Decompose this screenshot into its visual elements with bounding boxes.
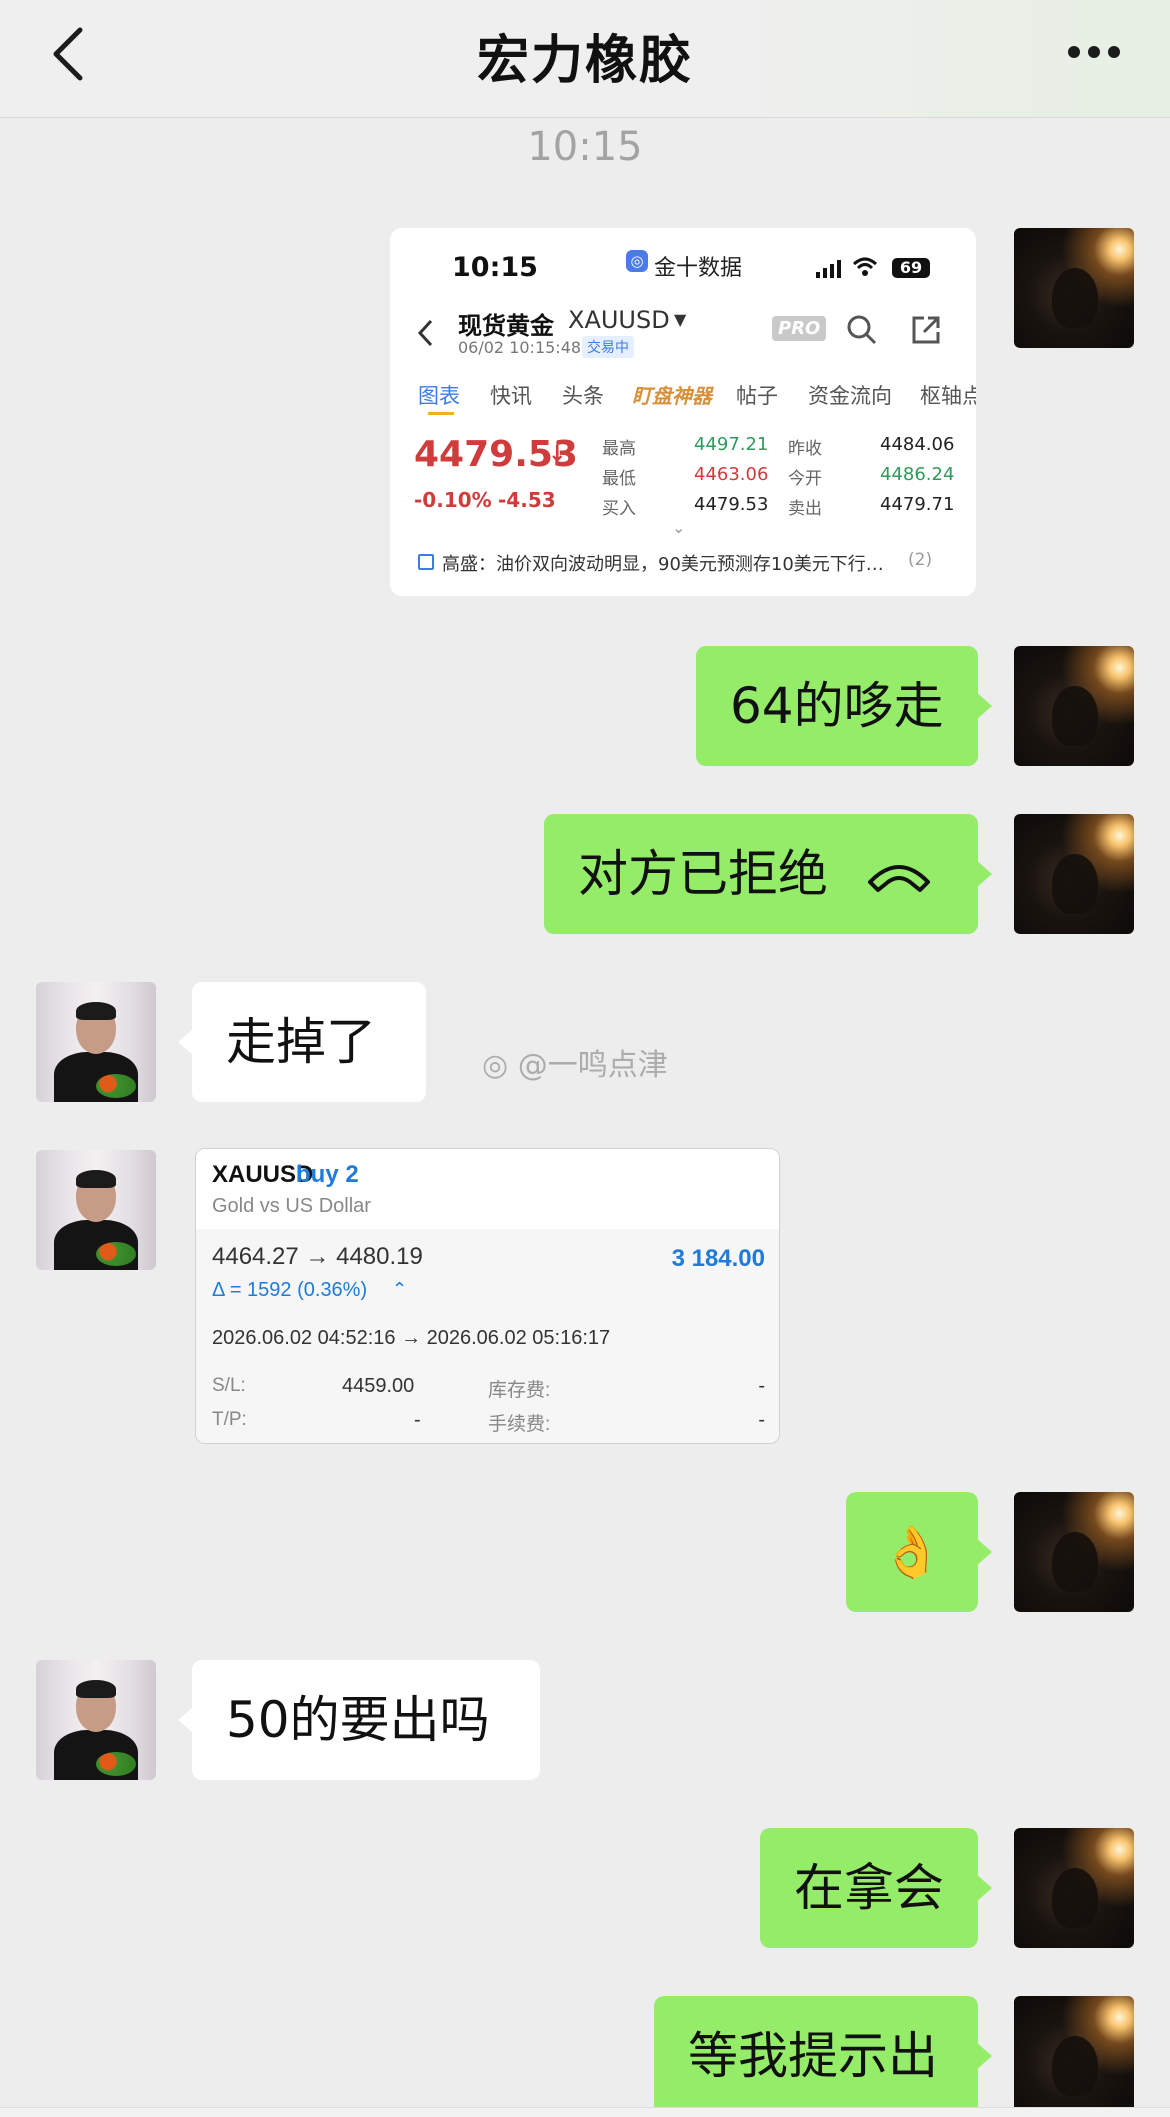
- image-message-quote-screenshot[interactable]: 10:15 ◎ 金十数据 69 现货黄金 XAUUSD ▼ 06/02 10:1…: [390, 228, 976, 596]
- share-icon: [912, 316, 940, 344]
- my-avatar[interactable]: [1014, 1492, 1134, 1612]
- contact-avatar[interactable]: [36, 1150, 156, 1270]
- tp-label: T/P:: [212, 1409, 247, 1430]
- message-text: 64的哆走: [730, 677, 944, 735]
- change-percent: -0.10%: [414, 488, 492, 512]
- my-avatar[interactable]: [1014, 814, 1134, 934]
- trade-time-range: 2026.06.02 04:52:16 → 2026.06.02 05:16:1…: [212, 1327, 611, 1349]
- trade-profit: 3 184.00: [671, 1245, 765, 1272]
- instrument-symbol: XAUUSD: [568, 306, 670, 334]
- weibo-icon: ◎: [482, 1048, 518, 1083]
- message-text: 50的要出吗: [226, 1691, 490, 1749]
- stat-label: 卖出: [788, 499, 822, 519]
- input-bar-edge: [0, 2107, 1170, 2117]
- pro-badge: PRO: [772, 316, 827, 341]
- collapse-chevron-icon: ⌃: [392, 1279, 408, 1299]
- quote-datetime: 06/02 10:15:48: [458, 338, 582, 357]
- swap-label: 库存费:: [488, 1380, 551, 1401]
- message-bubble-sent[interactable]: 等我提示出: [654, 1996, 992, 2116]
- tab-headlines: 头条: [562, 384, 604, 408]
- stat-value: 4479.71: [880, 494, 955, 515]
- message-bubble-received[interactable]: 走掉了: [178, 982, 426, 1102]
- status-bar-time: 10:15: [452, 252, 538, 283]
- message-bubble-sent[interactable]: 在拿会: [760, 1828, 992, 1948]
- swap-value: -: [758, 1375, 765, 1397]
- message-bubble-received[interactable]: 50的要出吗: [178, 1660, 540, 1780]
- tab-flash: 快讯: [490, 384, 532, 408]
- contact-avatar[interactable]: [36, 1660, 156, 1780]
- stat-label: 最高: [602, 439, 636, 459]
- stat-value: 4479.53: [694, 494, 769, 515]
- trade-prices: 4464.27 → 4480.19: [212, 1243, 423, 1270]
- search-icon: [847, 315, 877, 345]
- more-options-icon[interactable]: [1064, 38, 1124, 64]
- contact-avatar[interactable]: [36, 982, 156, 1102]
- message-bubble-sent[interactable]: 👌: [846, 1492, 992, 1612]
- change-absolute: -4.53: [498, 488, 556, 512]
- tp-value: -: [414, 1409, 421, 1431]
- stat-label: 昨收: [788, 439, 822, 459]
- active-tab-indicator: [428, 412, 454, 415]
- call-status-text: 对方已拒绝: [578, 845, 828, 903]
- ok-hand-emoji: 👌: [880, 1523, 944, 1581]
- stat-label: 最低: [602, 469, 636, 489]
- chat-title: 宏力橡胶: [476, 31, 693, 91]
- phone-hangup-icon: [868, 865, 930, 892]
- fee-label: 手续费:: [488, 1414, 551, 1435]
- message-text: 等我提示出: [688, 2027, 938, 2085]
- message-text: 在拿会: [794, 1859, 944, 1917]
- tab-monitor: 盯盘神器: [632, 384, 712, 408]
- trade-description: Gold vs US Dollar: [212, 1195, 371, 1217]
- stat-label: 买入: [602, 499, 636, 519]
- stat-value: 4484.06: [880, 434, 955, 455]
- symbol-dropdown-icon: ▼: [674, 310, 687, 329]
- news-headline: 高盛：油价双向波动明显，90美元预测存10美元下行…: [442, 554, 884, 575]
- trade-side: buy 2: [296, 1161, 359, 1188]
- my-avatar[interactable]: [1014, 228, 1134, 348]
- message-text: 走掉了: [226, 1013, 376, 1071]
- app-logo-icon: ◎: [626, 250, 648, 272]
- my-avatar[interactable]: [1014, 1828, 1134, 1948]
- call-record-bubble[interactable]: 对方已拒绝: [544, 814, 992, 934]
- weibo-watermark: ◎ @一鸣点津: [482, 1048, 668, 1083]
- tab-chart: 图表: [418, 384, 460, 408]
- trade-status-badge: 交易中: [582, 336, 634, 358]
- message-bubble-sent[interactable]: 64的哆走: [696, 646, 992, 766]
- my-avatar[interactable]: [1014, 1996, 1134, 2116]
- stat-value: 4463.06: [694, 464, 769, 485]
- price-down-arrow-icon: ↓: [548, 442, 567, 467]
- news-count: (2): [908, 550, 933, 570]
- signal-icon: [816, 260, 841, 278]
- stat-value: 4497.21: [694, 434, 769, 455]
- news-icon: [418, 554, 434, 570]
- stat-label: 今开: [788, 469, 822, 489]
- tab-pivot: 枢轴点: [920, 384, 976, 408]
- trade-delta: Δ = 1592 (0.36%): [212, 1279, 368, 1301]
- wifi-icon: [852, 257, 878, 276]
- stat-value: 4486.24: [880, 464, 955, 485]
- tab-fund-flow: 资金流向: [808, 384, 892, 408]
- instrument-name: 现货黄金: [458, 312, 554, 340]
- message-timestamp: 10:15: [527, 124, 643, 170]
- sl-label: S/L:: [212, 1375, 246, 1396]
- image-message-trade-card[interactable]: XAUUSD buy 2 Gold vs US Dollar 4464.27 →…: [195, 1148, 780, 1444]
- app-label: 金十数据: [654, 256, 743, 281]
- expand-chevron-icon: ⌄: [672, 518, 686, 537]
- sl-value: 4459.00: [342, 1375, 415, 1397]
- tab-posts: 帖子: [736, 384, 778, 408]
- my-avatar[interactable]: [1014, 646, 1134, 766]
- quote-back-icon: [417, 319, 433, 347]
- battery-indicator: 69: [892, 258, 930, 278]
- fee-value: -: [758, 1409, 765, 1431]
